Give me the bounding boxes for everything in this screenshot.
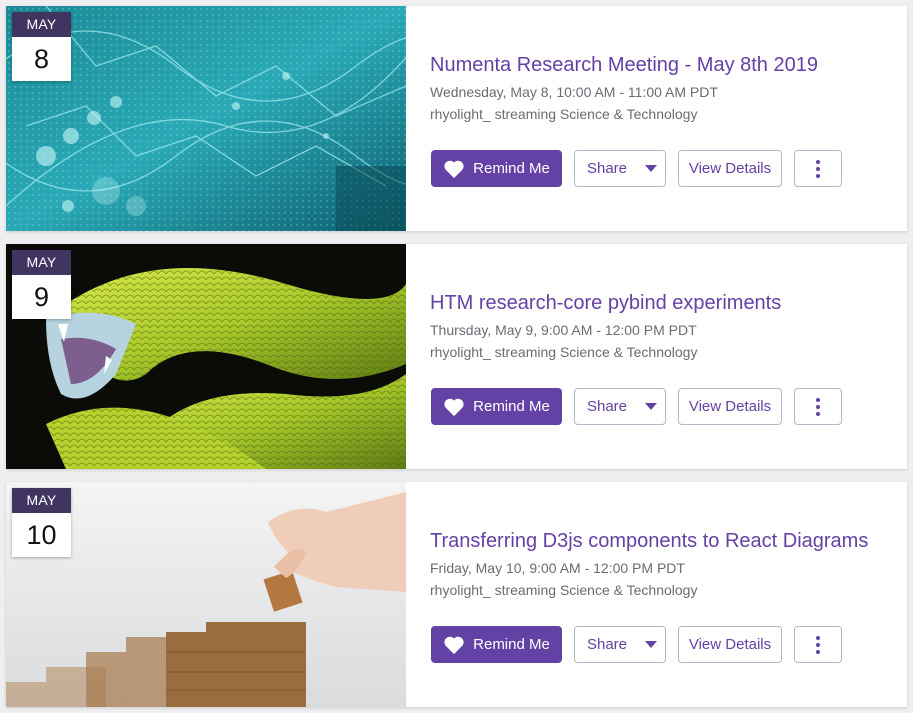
event-info: HTM research-core pybind experiments Thu… (406, 244, 907, 469)
event-card: MAY 9 HTM research-core pybind experimen… (6, 244, 907, 469)
more-options-button[interactable] (794, 626, 842, 663)
more-options-button[interactable] (794, 388, 842, 425)
more-dot-icon (816, 159, 820, 164)
event-thumbnail[interactable]: MAY 10 (6, 482, 406, 707)
event-title[interactable]: HTM research-core pybind experiments (430, 290, 907, 316)
event-datetime: Wednesday, May 8, 10:00 AM - 11:00 AM PD… (430, 84, 718, 100)
date-badge: MAY 8 (12, 12, 71, 81)
event-card: MAY 8 Numenta Research Meeting - May 8th… (6, 6, 907, 231)
date-month: MAY (12, 12, 71, 37)
event-actions: Remind Me Share View Details (431, 388, 842, 425)
event-title[interactable]: Numenta Research Meeting - May 8th 2019 (430, 52, 907, 78)
event-card: MAY 10 Transferring D3js components to R… (6, 482, 907, 707)
date-day: 9 (12, 275, 71, 319)
more-dot-icon (816, 404, 820, 409)
share-label: Share (586, 160, 628, 177)
heart-icon (444, 398, 464, 416)
heart-icon (444, 636, 464, 654)
more-dot-icon (816, 649, 820, 654)
caret-down-icon (645, 403, 658, 410)
date-day: 8 (12, 37, 71, 81)
caret-down-icon (645, 165, 658, 172)
remind-me-button[interactable]: Remind Me (431, 150, 562, 187)
view-details-button[interactable]: View Details (678, 388, 782, 425)
date-badge: MAY 9 (12, 250, 71, 319)
heart-icon (444, 160, 464, 178)
caret-down-icon (645, 641, 658, 648)
share-button[interactable]: Share (574, 388, 666, 425)
event-channel: rhyolight_ streaming Science & Technolog… (430, 582, 698, 598)
event-thumbnail[interactable]: MAY 8 (6, 6, 406, 231)
date-month: MAY (12, 250, 71, 275)
more-dot-icon (816, 635, 820, 640)
date-badge: MAY 10 (12, 488, 71, 557)
more-dot-icon (816, 166, 820, 171)
view-details-button[interactable]: View Details (678, 150, 782, 187)
share-button[interactable]: Share (574, 626, 666, 663)
event-datetime: Friday, May 10, 9:00 AM - 12:00 PM PDT (430, 560, 685, 576)
event-info: Numenta Research Meeting - May 8th 2019 … (406, 6, 907, 231)
share-button[interactable]: Share (574, 150, 666, 187)
event-actions: Remind Me Share View Details (431, 626, 842, 663)
event-thumbnail[interactable]: MAY 9 (6, 244, 406, 469)
remind-me-label: Remind Me (473, 398, 550, 415)
event-channel: rhyolight_ streaming Science & Technolog… (430, 344, 698, 360)
event-title[interactable]: Transferring D3js components to React Di… (430, 528, 907, 554)
remind-me-button[interactable]: Remind Me (431, 626, 562, 663)
more-dot-icon (816, 642, 820, 647)
more-options-button[interactable] (794, 150, 842, 187)
remind-me-label: Remind Me (473, 636, 550, 653)
more-dot-icon (816, 411, 820, 416)
more-dot-icon (816, 397, 820, 402)
event-datetime: Thursday, May 9, 9:00 AM - 12:00 PM PDT (430, 322, 697, 338)
date-day: 10 (12, 513, 71, 557)
view-details-button[interactable]: View Details (678, 626, 782, 663)
remind-me-button[interactable]: Remind Me (431, 388, 562, 425)
date-month: MAY (12, 488, 71, 513)
event-actions: Remind Me Share View Details (431, 150, 842, 187)
event-info: Transferring D3js components to React Di… (406, 482, 907, 707)
event-channel: rhyolight_ streaming Science & Technolog… (430, 106, 698, 122)
more-dot-icon (816, 173, 820, 178)
share-label: Share (586, 636, 628, 653)
share-label: Share (586, 398, 628, 415)
remind-me-label: Remind Me (473, 160, 550, 177)
